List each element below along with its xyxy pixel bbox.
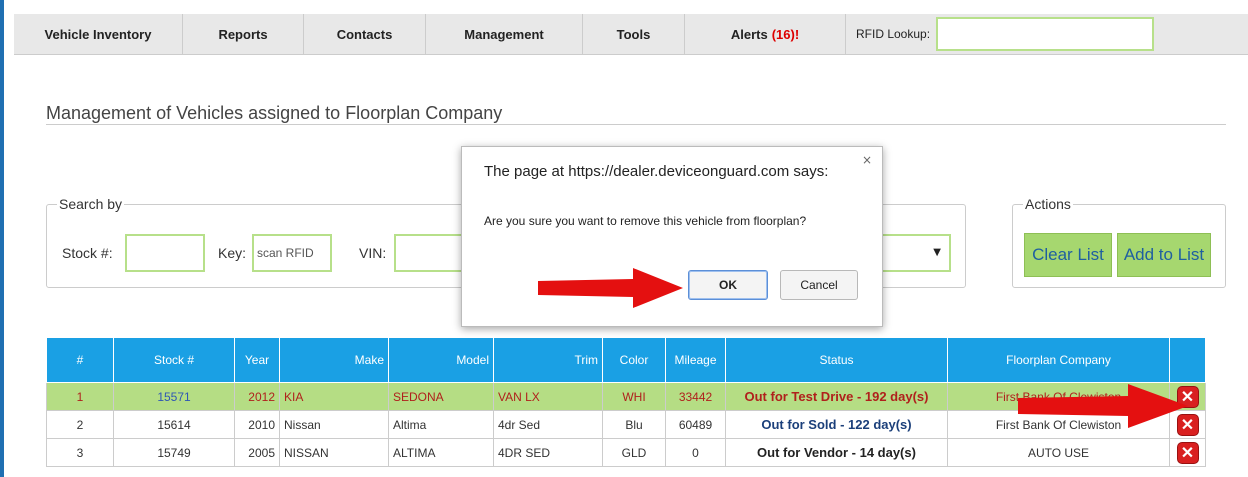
row-make: Nissan (279, 410, 389, 439)
alerts-label: Alerts (730, 26, 768, 42)
row-status: Out for Test Drive - 192 day(s) (725, 382, 948, 411)
row-model: ALTIMA (388, 438, 494, 467)
col-header-trim: Trim (493, 337, 603, 383)
nav-reports[interactable]: Reports (183, 14, 304, 54)
col-header-num: # (46, 337, 114, 383)
ok-button[interactable]: OK (688, 270, 768, 300)
row-color: Blu (602, 410, 666, 439)
nav-contacts[interactable]: Contacts (304, 14, 426, 54)
row-status: Out for Sold - 122 day(s) (725, 410, 948, 439)
vin-label: VIN: (359, 245, 387, 261)
col-header-year: Year (234, 337, 280, 383)
row-trim: VAN LX (493, 382, 603, 411)
vin-input[interactable] (394, 234, 464, 272)
top-nav: Vehicle Inventory Reports Contacts Manag… (14, 14, 1248, 55)
table-row[interactable]: 3 15749 2005 NISSAN ALTIMA 4DR SED GLD 0… (46, 438, 1206, 467)
rfid-lookup: RFID Lookup: (846, 14, 1155, 54)
row-floorplan: AUTO USE (947, 438, 1170, 467)
close-x-icon[interactable]: ✕ (1177, 442, 1198, 463)
search-legend: Search by (59, 196, 123, 212)
key-label: Key: (218, 245, 247, 261)
row-stock-link[interactable]: 15614 (113, 410, 235, 439)
left-accent-bar (0, 0, 4, 477)
row-make: KIA (279, 382, 389, 411)
title-divider (46, 124, 1226, 125)
col-header-model: Model (388, 337, 494, 383)
row-color: GLD (602, 438, 666, 467)
row-year: 2010 (234, 410, 280, 439)
col-header-remove (1169, 337, 1206, 383)
row-num: 3 (46, 438, 114, 467)
nav-management[interactable]: Management (426, 14, 583, 54)
row-mileage: 0 (665, 438, 726, 467)
actions-legend: Actions (1025, 196, 1071, 212)
filter-select[interactable]: ▼ (876, 234, 951, 272)
stock-input[interactable] (125, 234, 205, 272)
row-trim: 4DR SED (493, 438, 603, 467)
row-year: 2005 (234, 438, 280, 467)
nav-alerts[interactable]: Alerts (16)! (685, 14, 846, 54)
red-arrow-icon (1018, 384, 1188, 428)
page-title: Management of Vehicles assigned to Floor… (46, 103, 503, 123)
clear-list-button[interactable]: Clear List (1024, 233, 1112, 277)
row-mileage: 60489 (665, 410, 726, 439)
dialog-message: Are you sure you want to remove this veh… (484, 214, 807, 228)
row-stock-link[interactable]: 15749 (113, 438, 235, 467)
col-header-floorplan: Floorplan Company (947, 337, 1170, 383)
nav-tools[interactable]: Tools (583, 14, 685, 54)
row-num: 1 (46, 382, 114, 411)
col-header-color: Color (602, 337, 666, 383)
row-mileage: 33442 (665, 382, 726, 411)
row-status: Out for Vendor - 14 day(s) (725, 438, 948, 467)
col-header-mileage: Mileage (665, 337, 726, 383)
key-input[interactable]: scan RFID (252, 234, 332, 272)
nav-vehicle-inventory[interactable]: Vehicle Inventory (14, 14, 183, 54)
row-trim: 4dr Sed (493, 410, 603, 439)
stock-label: Stock #: (62, 245, 113, 261)
red-arrow-icon (538, 268, 683, 308)
row-stock-link[interactable]: 15571 (113, 382, 235, 411)
cancel-button[interactable]: Cancel (780, 270, 858, 300)
row-year: 2012 (234, 382, 280, 411)
row-num: 2 (46, 410, 114, 439)
dialog-title: The page at https://dealer.deviceonguard… (484, 163, 829, 180)
rfid-lookup-label: RFID Lookup: (856, 27, 931, 41)
col-header-make: Make (279, 337, 389, 383)
row-model: Altima (388, 410, 494, 439)
row-remove-cell: ✕ (1169, 438, 1206, 467)
row-model: SEDONA (388, 382, 494, 411)
add-to-list-button[interactable]: Add to List (1117, 233, 1211, 277)
col-header-stock: Stock # (113, 337, 235, 383)
table-header-row: # Stock # Year Make Model Trim Color Mil… (46, 337, 1206, 383)
row-color: WHI (602, 382, 666, 411)
dialog-close-icon[interactable]: × (862, 153, 872, 167)
col-header-status: Status (725, 337, 948, 383)
chevron-down-icon: ▼ (933, 247, 941, 258)
rfid-lookup-input[interactable] (936, 17, 1155, 51)
alerts-count-badge: (16)! (771, 26, 800, 42)
row-make: NISSAN (279, 438, 389, 467)
